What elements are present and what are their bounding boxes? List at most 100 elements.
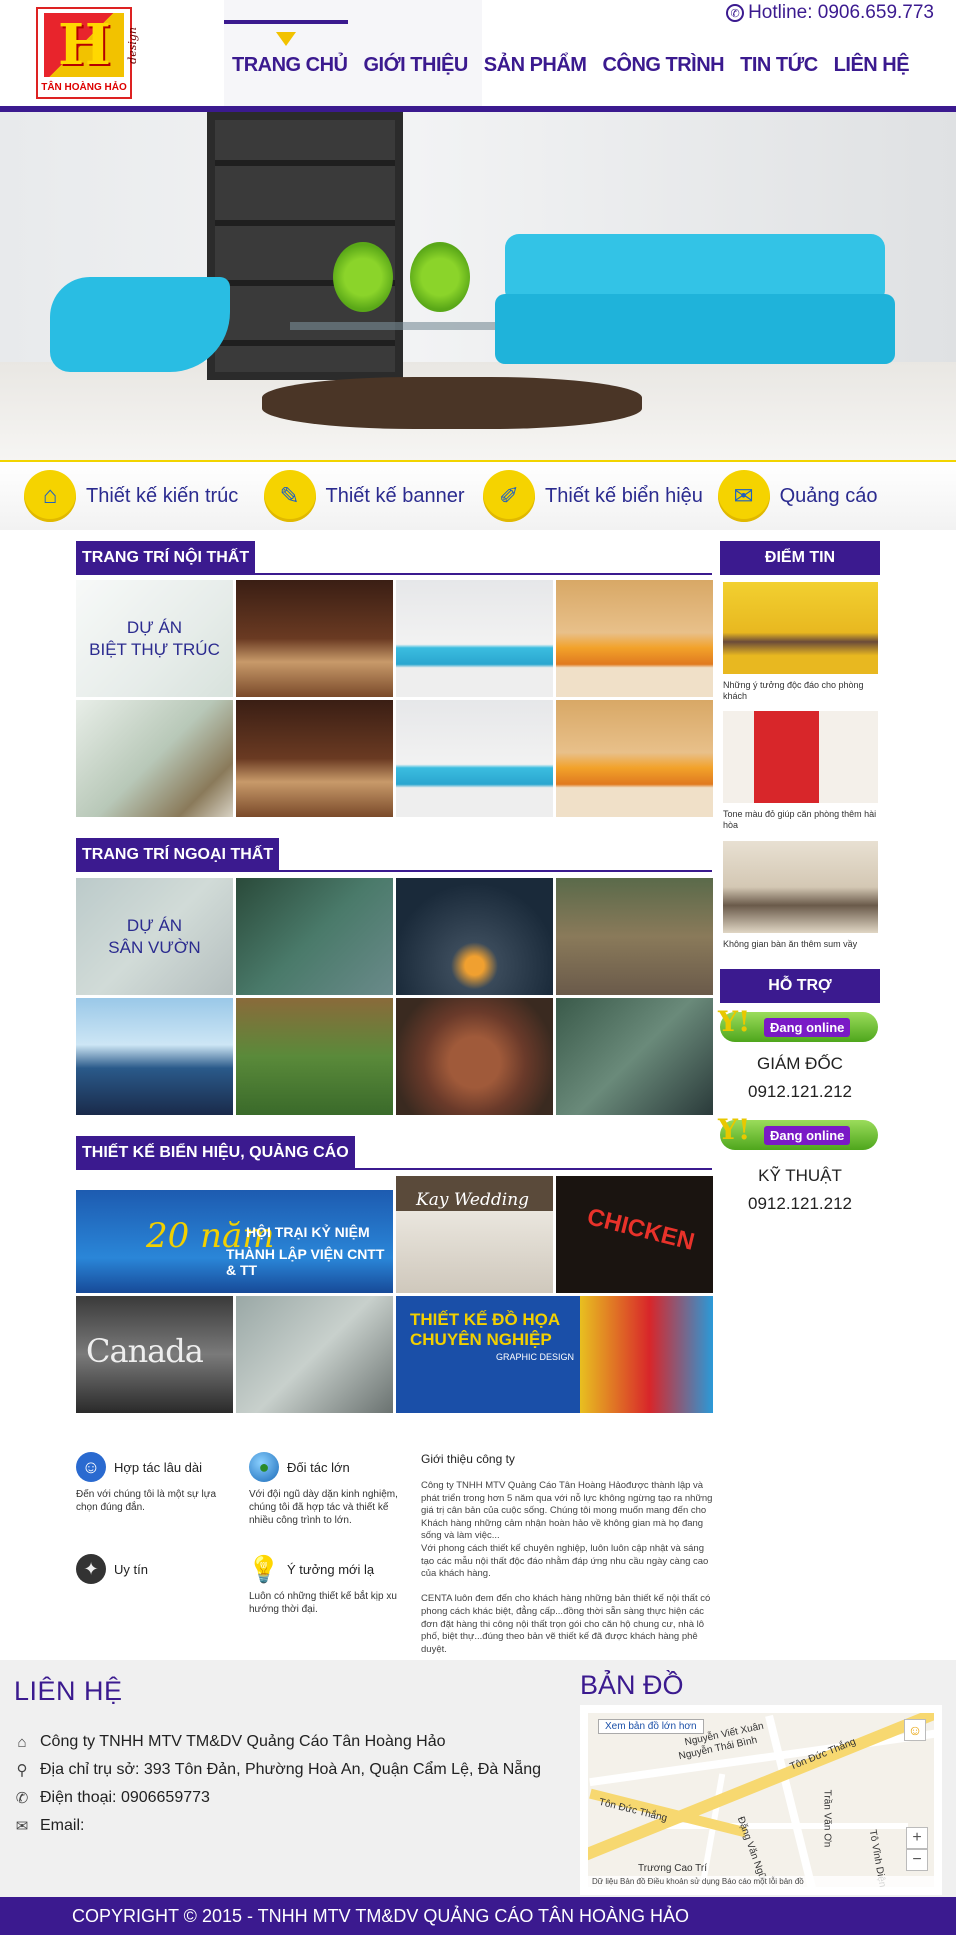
yahoo-icon: Y! — [718, 1005, 751, 1038]
news-text: Không gian bàn ăn thêm sum vầy — [723, 939, 858, 949]
graphic-subtitle: CHUYÊN NGHIỆP — [410, 1330, 552, 1349]
banner-title: HỘI TRẠI KỶ NIỆM — [246, 1224, 370, 1240]
nav-item-about[interactable]: GIỚI THIỆU — [356, 54, 476, 77]
gallery-item[interactable]: Canada — [76, 1296, 233, 1413]
gallery-item-banner[interactable]: 20 năm HỘI TRẠI KỶ NIỆM THÀNH LẬP VIỆN C… — [76, 1176, 393, 1293]
copyright: COPYRIGHT © 2015 - TNHH MTV TM&DV QUẢNG … — [0, 1897, 956, 1935]
nav-item-home[interactable]: TRANG CHỦ — [224, 20, 356, 77]
gallery-item-graphic[interactable]: THIẾT KẾ ĐỒ HỌA CHUYÊN NGHIỆP GRAPHIC DE… — [396, 1296, 713, 1413]
feature-trust: ✦ Uy tín — [76, 1554, 148, 1584]
news-image — [723, 582, 878, 674]
contact-email[interactable]: ✉ Email: — [14, 1812, 541, 1840]
service-advertising[interactable]: ✉ Quảng cáo — [717, 462, 956, 530]
contact-phone[interactable]: ✆ Điện thoại: 0906659773 — [14, 1784, 541, 1812]
gallery-item[interactable] — [396, 878, 553, 995]
zoom-out-button[interactable]: − — [906, 1849, 928, 1871]
zoom-in-button[interactable]: + — [906, 1827, 928, 1849]
google-map[interactable]: Tôn Đức Thắng Nguyễn Thái Bình Nguyễn Vi… — [580, 1705, 942, 1895]
gallery-item[interactable]: DỰ ÁN SÂN VƯỜN — [76, 878, 233, 995]
gallery-item[interactable]: DỰ ÁN BIỆT THỰ TRÚC — [76, 580, 233, 697]
gallery-item[interactable]: Kay Wedding — [396, 1176, 553, 1293]
gallery-item[interactable] — [556, 580, 713, 697]
map-street-label: Trần Văn Ơn — [821, 1789, 833, 1848]
gallery-item[interactable] — [396, 700, 553, 817]
contact-section: LIÊN HỆ ⌂ Công ty TNHH MTV TM&DV Quảng Cá… — [0, 1660, 956, 1897]
service-architecture[interactable]: ⌂ Thiết kế kiến trúc — [0, 462, 240, 530]
site-logo[interactable]: H design TÂN HOÀNG HẢO — [36, 7, 139, 99]
shop-sign: Kay Wedding — [416, 1190, 530, 1210]
gallery-caption: DỰ ÁN SÂN VƯỜN — [76, 878, 233, 995]
gallery-caption: DỰ ÁN BIỆT THỰ TRÚC — [76, 580, 233, 697]
section-title-text: TRANG TRÍ NỘI THẤT — [76, 541, 256, 575]
nav-item-projects[interactable]: CÔNG TRÌNH — [594, 54, 732, 77]
canada-sign: Canada — [86, 1332, 204, 1370]
contact-address: ⚲ Địa chỉ trụ sở: 393 Tôn Đản, Phường Hoà… — [14, 1756, 542, 1784]
hero-plant — [333, 242, 393, 312]
service-banner[interactable]: ✎ Thiết kế banner — [240, 462, 480, 530]
chicken-sign: CHICKEN — [584, 1203, 698, 1256]
support-role: KỸ THUẬT — [758, 1166, 842, 1185]
signboard-icon: ✐ — [483, 470, 536, 522]
gallery-item[interactable] — [556, 998, 713, 1115]
banner-subtitle: THÀNH LẬP VIỆN CNTT & TT — [226, 1246, 385, 1278]
contact-company: ⌂ Công ty TNHH MTV TM&DV Quảng Cáo Tân Ho… — [14, 1728, 541, 1756]
feature-desc: Luôn có những thiết kế bắt kịp xu hướng … — [249, 1591, 397, 1615]
services-bar: ⌂ Thiết kế kiến trúc ✎ Thiết kế banner ✐… — [0, 460, 956, 530]
map-enlarge-link[interactable]: Xem bản đồ lớn hơn — [598, 1719, 704, 1734]
gallery-item[interactable] — [396, 998, 553, 1115]
support-phone[interactable]: 0912.121.212 — [720, 1078, 880, 1106]
hotline[interactable]: ✆ Hotline: 0906.659.773 — [726, 2, 934, 24]
intro-title: Giới thiệu công ty — [421, 1452, 515, 1466]
gallery-item[interactable]: CHICKEN — [556, 1176, 713, 1293]
section-title-exterior: TRANG TRÍ NGOẠI THẤT — [76, 838, 712, 872]
nav-item-contact[interactable]: LIÊN HỆ — [826, 54, 917, 77]
news-item[interactable]: Tone màu đỏ giúp căn phòng thêm hài hòa — [723, 711, 878, 831]
gallery-item[interactable] — [236, 878, 393, 995]
location-pin-icon: ⚲ — [16, 1762, 28, 1779]
news-item[interactable]: Không gian bàn ăn thêm sum vầy — [723, 841, 878, 950]
gallery-item[interactable] — [556, 700, 713, 817]
gallery-item[interactable] — [76, 700, 233, 817]
gallery-item[interactable] — [556, 878, 713, 995]
nav-item-products[interactable]: SẢN PHẨM — [476, 54, 595, 77]
hero-chair — [50, 277, 230, 372]
nav-item-news[interactable]: TIN TỨC — [732, 54, 826, 77]
online-status-button[interactable]: Y! Đang online — [718, 1115, 878, 1150]
compass-icon: ✦ — [76, 1554, 106, 1584]
service-signboard[interactable]: ✐ Thiết kế biển hiệu — [479, 462, 718, 530]
service-label: Thiết kế biển hiệu — [545, 484, 703, 507]
online-label: Đang online — [764, 1125, 851, 1145]
gallery-item[interactable] — [396, 580, 553, 697]
news-image — [723, 841, 878, 933]
contact-text: Điện thoại: 0906659773 — [40, 1789, 210, 1806]
logo-design-text: design — [126, 27, 139, 64]
gallery-item[interactable] — [236, 700, 393, 817]
globe-icon: ● — [249, 1452, 279, 1482]
gallery-item[interactable] — [236, 1296, 393, 1413]
hero-sofa — [495, 234, 895, 384]
phone-icon: ✆ — [726, 4, 745, 22]
gallery-item[interactable] — [236, 580, 393, 697]
company-intro: Giới thiệu công ty Công ty TNHH MTV Quản… — [421, 1452, 717, 1656]
contact-text: Email: — [40, 1817, 85, 1834]
contact-text: Địa chỉ trụ sở: 393 Tôn Đản, Phường Hoà … — [40, 1761, 541, 1778]
news-item[interactable]: Những ý tưởng độc đáo cho phòng khách — [723, 582, 878, 702]
news-text: Tone màu đỏ giúp căn phòng thêm hài hòa — [723, 809, 877, 830]
nav-active-shade — [224, 0, 482, 106]
gallery-item[interactable] — [76, 998, 233, 1115]
feature-title: Ý tưởng mới lạ — [287, 1561, 375, 1577]
support-phone[interactable]: 0912.121.212 — [720, 1190, 880, 1218]
feature-ideas: 💡 Ý tưởng mới lạ Luôn có những thiết kế b… — [248, 1554, 399, 1616]
section-title-text: TRANG TRÍ NGOẠI THẤT — [76, 838, 280, 872]
online-status-button[interactable]: Y! Đang online — [718, 1007, 878, 1042]
feature-desc: Với đội ngũ dày dặn kinh nghiệm, chúng t… — [249, 1489, 398, 1526]
advertising-icon: ✉ — [717, 470, 770, 522]
gallery-item[interactable] — [236, 998, 393, 1115]
pegman-icon[interactable]: ☺ — [904, 1719, 926, 1741]
section-title-signage: THIẾT KẾ BIỂN HIỆU, QUẢNG CÁO — [76, 1136, 712, 1170]
map-street-label: Trương Cao Trí — [638, 1863, 708, 1874]
online-label: Đang online — [764, 1017, 851, 1037]
main-nav: TRANG CHỦ GIỚI THIỆU SẢN PHẨM CÔNG TRÌNH… — [224, 20, 917, 77]
interior-gallery: DỰ ÁN BIỆT THỰ TRÚC — [76, 580, 713, 817]
feature-title: Đối tác lớn — [287, 1459, 350, 1475]
